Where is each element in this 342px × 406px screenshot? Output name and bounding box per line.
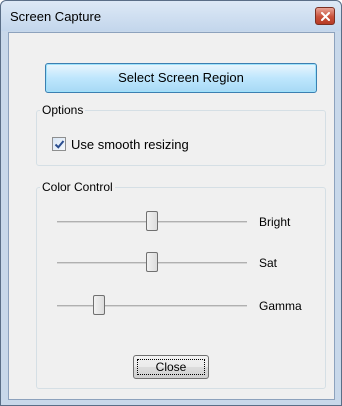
window-title: Screen Capture bbox=[10, 9, 102, 24]
smooth-resizing-checkbox[interactable] bbox=[52, 137, 66, 151]
select-screen-region-button[interactable]: Select Screen Region bbox=[45, 63, 317, 93]
gamma-slider-track[interactable] bbox=[57, 305, 247, 307]
dialog-client-area: Select Screen Region Options Use smooth … bbox=[8, 32, 335, 400]
color-control-group-label: Color Control bbox=[40, 180, 115, 194]
screen-capture-window: Screen Capture Select Screen Region Opti… bbox=[0, 0, 342, 406]
focus-ring bbox=[137, 359, 205, 375]
gamma-slider-label: Gamma bbox=[259, 299, 302, 313]
smooth-resizing-label[interactable]: Use smooth resizing bbox=[71, 137, 189, 152]
bright-slider-thumb[interactable] bbox=[146, 211, 158, 231]
gamma-slider-thumb[interactable] bbox=[93, 295, 105, 315]
window-close-button[interactable] bbox=[315, 7, 335, 25]
close-x-icon bbox=[321, 12, 330, 21]
title-bar[interactable]: Screen Capture bbox=[1, 1, 341, 31]
bright-slider-label: Bright bbox=[259, 215, 291, 229]
sat-slider-label: Sat bbox=[259, 256, 278, 270]
options-group-label: Options bbox=[40, 103, 86, 117]
checkmark-icon bbox=[54, 140, 65, 149]
sat-slider-thumb[interactable] bbox=[146, 252, 158, 272]
close-button[interactable]: Close bbox=[133, 355, 209, 379]
